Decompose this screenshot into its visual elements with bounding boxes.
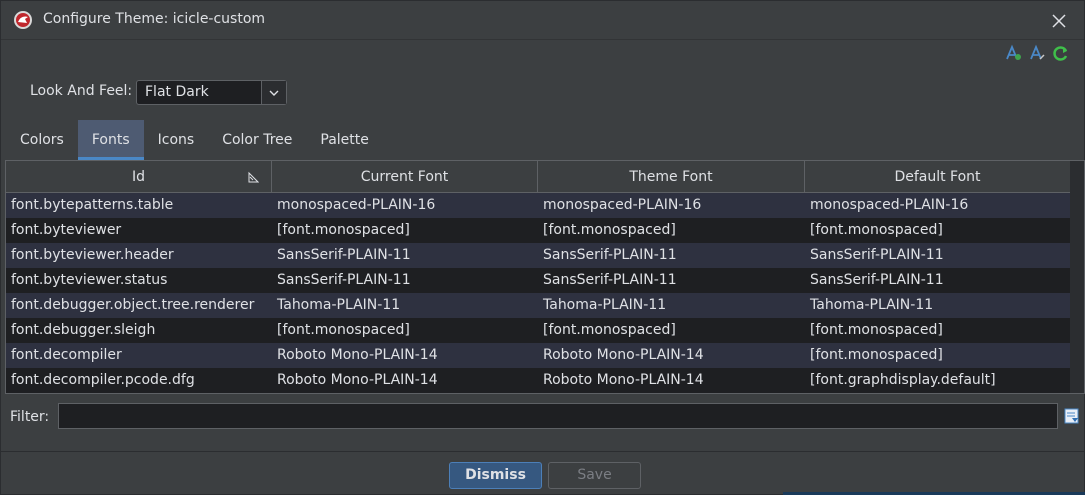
cell-current-font: monospaced-PLAIN-16 (277, 197, 436, 213)
cell-theme-font: monospaced-PLAIN-16 (543, 197, 702, 213)
cell-id: font.decompiler (11, 347, 122, 363)
edit-font-icon[interactable] (1028, 44, 1046, 62)
cell-default-font: SansSerif-PLAIN-11 (810, 247, 944, 263)
column-header-default-font[interactable]: Default Font (805, 161, 1071, 193)
cell-theme-font: Roboto Mono-PLAIN-14 (543, 347, 704, 363)
cell-theme-font: SansSerif-PLAIN-11 (543, 247, 677, 263)
cell-id: font.debugger.sleigh (11, 322, 156, 338)
look-and-feel-value: Flat Dark (145, 84, 209, 100)
cell-current-font: Roboto Mono-PLAIN-14 (277, 372, 438, 388)
cell-default-font: [font.monospaced] (810, 222, 943, 238)
look-and-feel-label: Look And Feel: (30, 83, 133, 99)
cell-current-font: [font.monospaced] (277, 322, 410, 338)
filter-input[interactable] (58, 403, 1058, 429)
fonts-table: Id Current Font Theme Font Default Font … (5, 160, 1085, 394)
table-header: Id Current Font Theme Font Default Font (6, 161, 1071, 193)
cell-current-font: Tahoma-PLAIN-11 (277, 297, 401, 313)
filter-options-icon[interactable] (1064, 408, 1080, 424)
cell-default-font: [font.monospaced] (810, 347, 943, 363)
cell-theme-font: Tahoma-PLAIN-11 (543, 297, 667, 313)
refresh-icon[interactable] (1052, 44, 1070, 62)
title-bar: Configure Theme: icicle-custom (1, 1, 1084, 40)
tab-icons[interactable]: Icons (144, 120, 209, 160)
cell-default-font: SansSerif-PLAIN-11 (810, 272, 944, 288)
cell-current-font: SansSerif-PLAIN-11 (277, 272, 411, 288)
table-row[interactable]: font.byteviewer.header SansSerif-PLAIN-1… (6, 243, 1071, 268)
table-row[interactable]: font.debugger.object.tree.renderer Tahom… (6, 293, 1071, 318)
cell-current-font: SansSerif-PLAIN-11 (277, 247, 411, 263)
filter-row: Filter: (5, 401, 1085, 433)
table-row[interactable]: font.debugger.sleigh [font.monospaced] [… (6, 318, 1071, 343)
close-icon[interactable] (1048, 10, 1070, 32)
chevron-down-icon (269, 90, 279, 96)
table-row[interactable]: font.bytepatterns.table monospaced-PLAIN… (6, 193, 1071, 218)
tab-palette[interactable]: Palette (306, 120, 383, 160)
filter-label: Filter: (10, 409, 50, 425)
cell-id: font.decompiler.pcode.dfg (11, 372, 195, 388)
cell-default-font: [font.graphdisplay.default] (810, 372, 996, 388)
table-body: font.bytepatterns.table monospaced-PLAIN… (6, 193, 1071, 393)
column-header-id[interactable]: Id (6, 161, 272, 193)
cell-id: font.debugger.object.tree.renderer (11, 297, 255, 313)
cell-id: font.byteviewer.status (11, 272, 168, 288)
tab-colors[interactable]: Colors (6, 120, 78, 160)
cell-theme-font: [font.monospaced] (543, 222, 676, 238)
window-title: Configure Theme: icicle-custom (43, 11, 266, 27)
divider (1, 451, 1084, 452)
vertical-scrollbar[interactable] (1070, 161, 1084, 393)
cell-current-font: Roboto Mono-PLAIN-14 (277, 347, 438, 363)
cell-current-font: [font.monospaced] (277, 222, 410, 238)
table-row[interactable]: font.byteviewer.status SansSerif-PLAIN-1… (6, 268, 1071, 293)
cell-default-font: monospaced-PLAIN-16 (810, 197, 969, 213)
column-header-label: Id (131, 169, 145, 185)
add-font-icon[interactable] (1004, 44, 1022, 62)
table-row[interactable]: font.byteviewer [font.monospaced] [font.… (6, 218, 1071, 243)
tab-bar: Colors Fonts Icons Color Tree Palette (6, 120, 383, 160)
cell-default-font: [font.monospaced] (810, 322, 943, 338)
save-button[interactable]: Save (548, 462, 641, 489)
look-and-feel-select[interactable]: Flat Dark (136, 80, 287, 105)
tab-color-tree[interactable]: Color Tree (208, 120, 306, 160)
configure-theme-dialog: Configure Theme: icicle-custom Look And … (0, 0, 1085, 495)
column-header-theme-font[interactable]: Theme Font (538, 161, 805, 193)
dropdown-button[interactable] (261, 81, 286, 104)
cell-id: font.byteviewer (11, 222, 122, 238)
cell-default-font: Tahoma-PLAIN-11 (810, 297, 934, 313)
cell-theme-font: SansSerif-PLAIN-11 (543, 272, 677, 288)
cell-id: font.bytepatterns.table (11, 197, 174, 213)
sort-ascending-icon (248, 171, 259, 183)
table-row[interactable]: font.decompiler Roboto Mono-PLAIN-14 Rob… (6, 343, 1071, 368)
cell-theme-font: Roboto Mono-PLAIN-14 (543, 372, 704, 388)
cell-theme-font: [font.monospaced] (543, 322, 676, 338)
tab-fonts[interactable]: Fonts (77, 120, 144, 160)
column-header-current-font[interactable]: Current Font (272, 161, 538, 193)
ghidra-app-icon (14, 11, 32, 29)
cell-id: font.byteviewer.header (11, 247, 174, 263)
dismiss-button[interactable]: Dismiss (449, 462, 542, 489)
toolbar (1004, 44, 1070, 62)
table-row[interactable]: font.decompiler.pcode.dfg Roboto Mono-PL… (6, 368, 1071, 393)
